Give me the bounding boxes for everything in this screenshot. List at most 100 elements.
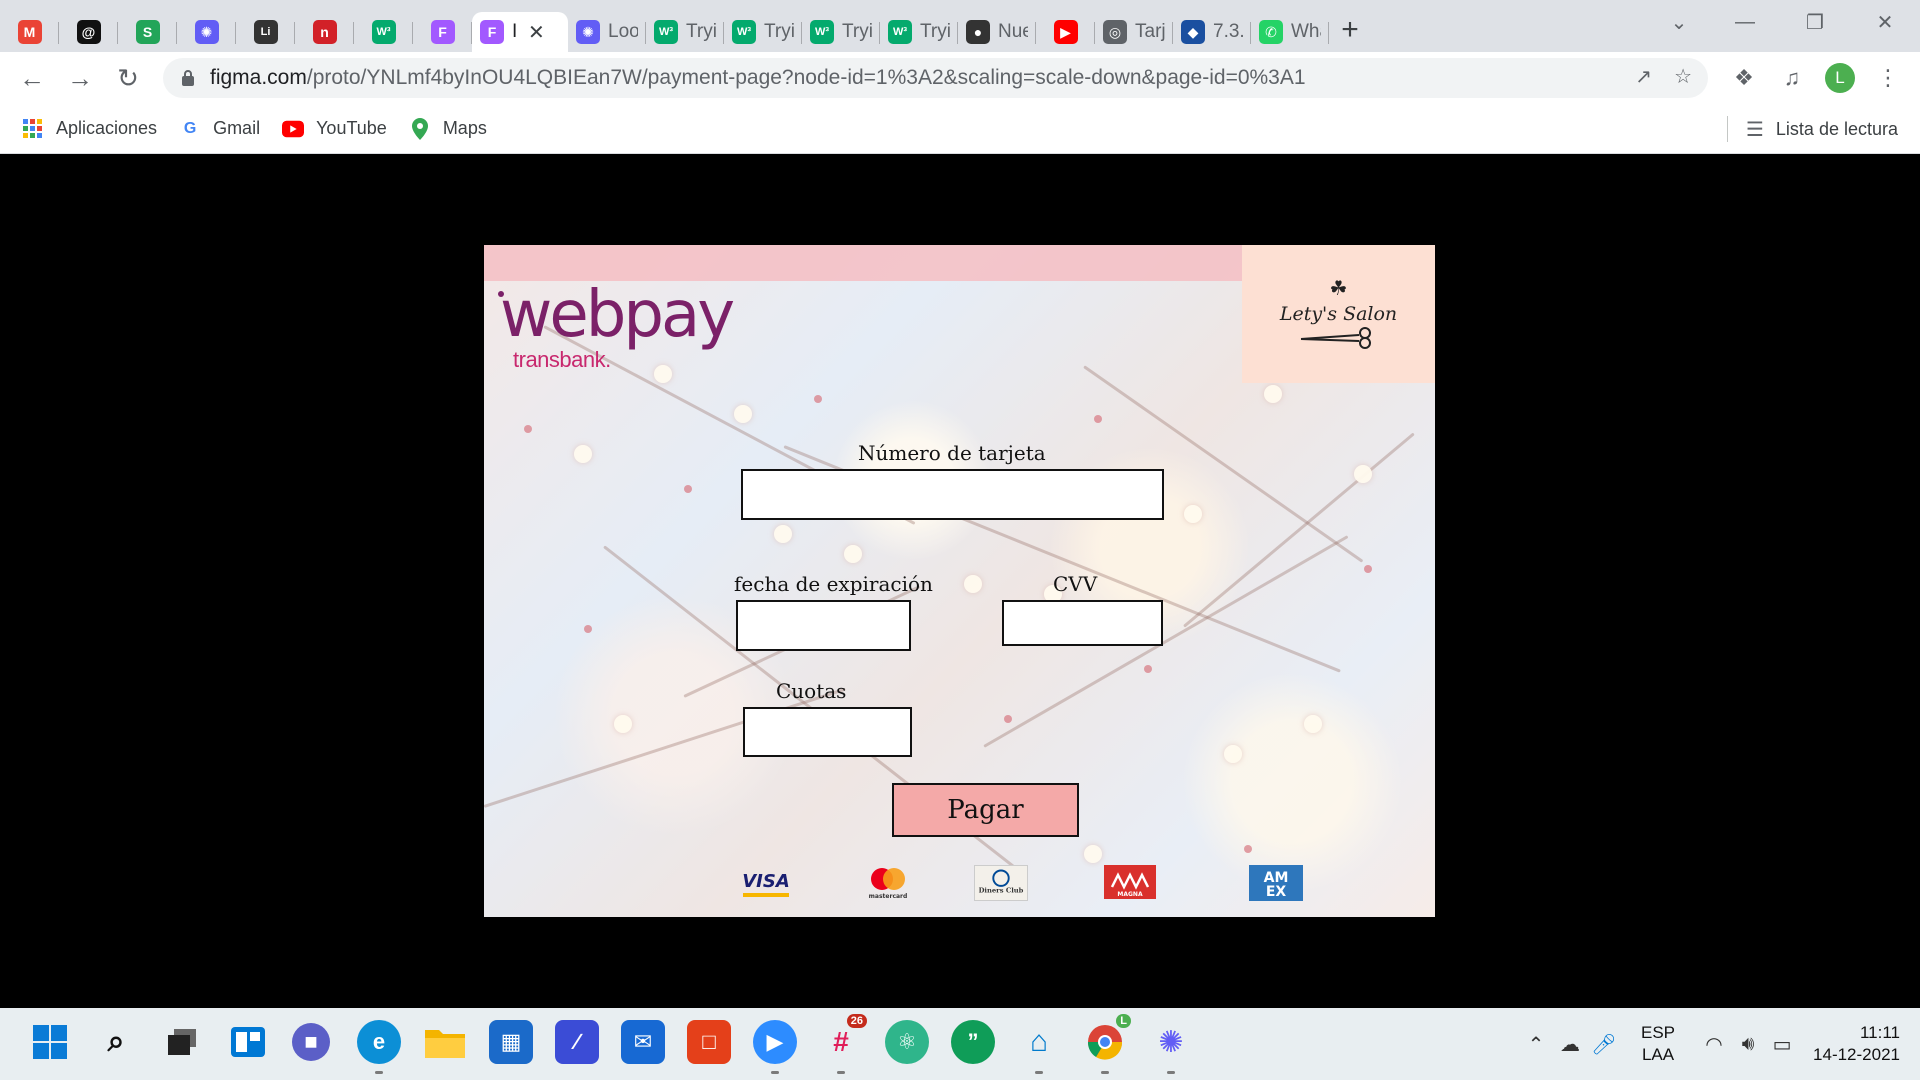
whatsapp-icon: ✆ (1259, 20, 1283, 44)
bookmark-gmail[interactable]: G Gmail (179, 118, 260, 140)
tab-search-icon[interactable]: ⌄ (1644, 0, 1714, 44)
vscode-icon[interactable]: ⌂ (1017, 1020, 1061, 1074)
new-tab-button[interactable]: + (1329, 9, 1371, 51)
tab-w3-4[interactable]: W³ Tryit (802, 12, 880, 52)
salon-logo: ☘ Lety's Salon (1242, 245, 1435, 383)
bookmark-youtube[interactable]: YouTube (282, 118, 387, 140)
close-tab-icon[interactable]: ✕ (528, 20, 545, 45)
webpay-logo: webpay transbank. (498, 283, 735, 372)
running-indicator (771, 1071, 779, 1074)
bookmark-label: Aplicaciones (56, 118, 158, 138)
teams-chat-icon[interactable]: ■ (292, 1023, 330, 1061)
media-control-icon[interactable]: ♫ (1768, 54, 1816, 102)
file-explorer-icon[interactable] (423, 1020, 467, 1064)
reading-list-label: Lista de lectura (1775, 118, 1898, 139)
microsoft-store-icon[interactable]: ▦ (489, 1020, 533, 1064)
cvv-input[interactable] (1002, 600, 1163, 646)
widgets-icon[interactable] (226, 1020, 270, 1064)
bookmark-star-icon[interactable]: ☆ (1674, 64, 1692, 89)
minimize-button[interactable]: — (1710, 0, 1780, 44)
tab-whatsapp[interactable]: ✆ Wha (1251, 12, 1329, 52)
tab-globe[interactable]: ◎ Tarje (1095, 12, 1173, 52)
tab-lit[interactable]: Li (236, 12, 295, 52)
language-indicator[interactable]: ESP LAA (1641, 1022, 1675, 1066)
tab-w3-1[interactable]: W³ (354, 12, 413, 52)
header-band (484, 245, 1244, 281)
azure-data-studio-icon[interactable]: ∕ (555, 1020, 599, 1064)
bud (1144, 665, 1152, 673)
blossom (844, 545, 862, 563)
slack-icon[interactable]: #26 (819, 1014, 867, 1074)
youtube-icon (282, 118, 305, 140)
tab-figma-1[interactable]: F (413, 12, 472, 52)
tab-title: Loo (608, 21, 638, 42)
tab-s-app[interactable]: S (118, 12, 177, 52)
blossom (774, 525, 792, 543)
reading-list-button[interactable]: ☰ Lista de lectura (1726, 104, 1898, 154)
tab-youtube[interactable]: ▶ (1036, 12, 1095, 52)
address-bar[interactable]: figma.com/proto/YNLmf4byInOU4LQBIEan7W/p… (163, 58, 1708, 98)
card-number-input[interactable] (741, 469, 1164, 520)
tab-loom-2[interactable]: ✺ Loo (568, 12, 646, 52)
tab-w3-2[interactable]: W³ Tryit (646, 12, 724, 52)
edge-icon[interactable]: e (357, 1020, 401, 1074)
wifi-icon[interactable]: ◠ (1697, 1032, 1731, 1057)
clock[interactable]: 11:11 14-12-2021 (1813, 1022, 1900, 1066)
extensions-puzzle-icon[interactable]: ❖ (1720, 54, 1768, 102)
blossom (1224, 745, 1242, 763)
atom-icon[interactable]: ⚛ (885, 1020, 929, 1064)
start-windows-icon[interactable] (28, 1020, 72, 1064)
date: 14-12-2021 (1813, 1045, 1900, 1064)
prototype-viewport: webpay transbank. ☘ Lety's Salon Número … (0, 155, 1920, 1008)
restore-button[interactable]: ❐ (1780, 0, 1850, 44)
tab-netlify[interactable]: n (295, 12, 354, 52)
expiry-input[interactable] (736, 600, 911, 651)
battery-icon[interactable]: ▭ (1765, 1032, 1799, 1057)
branch (1083, 365, 1364, 563)
installments-input[interactable] (743, 707, 912, 757)
hangouts-icon[interactable]: ” (951, 1020, 995, 1064)
chevron-up-icon[interactable]: ⌃ (1519, 1032, 1553, 1057)
w3-icon: W³ (654, 20, 678, 44)
w3-icon: W³ (732, 20, 756, 44)
share-icon[interactable]: ↗ (1635, 64, 1652, 89)
pay-button[interactable]: Pagar (892, 783, 1079, 837)
forward-button[interactable]: → (56, 54, 104, 102)
tab-w3-5[interactable]: W³ Tryit (880, 12, 958, 52)
zoom-icon[interactable]: ▶ (753, 1020, 797, 1074)
logo-dot (498, 291, 504, 297)
figma-icon: F (480, 20, 504, 44)
reload-button[interactable]: ↻ (104, 54, 152, 102)
tab-threads[interactable]: @ (59, 12, 118, 52)
figma-icon: F (430, 20, 455, 44)
lang-bottom: LAA (1641, 1045, 1675, 1064)
bookmark-apps[interactable]: Aplicaciones (22, 118, 157, 140)
bookmark-label: Gmail (213, 118, 261, 138)
volume-icon[interactable]: 🔊︎ (1731, 1033, 1765, 1056)
tab-figma-active[interactable]: F I ✕ (472, 12, 568, 52)
search-icon[interactable]: ⌕ (94, 1020, 138, 1064)
chrome-icon[interactable]: L (1083, 1014, 1131, 1074)
mail-icon[interactable]: ✉ (621, 1020, 665, 1064)
bookmark-label: YouTube (316, 118, 387, 138)
loom-app-icon[interactable]: ✺ (1149, 1020, 1193, 1074)
tab-github[interactable]: ● Nue (958, 12, 1036, 52)
close-window-button[interactable]: ✕ (1850, 0, 1920, 44)
bookmark-label: Maps (442, 118, 487, 138)
microphone-icon[interactable]: 🎤︎ (1587, 1032, 1621, 1057)
task-view-icon[interactable] (160, 1020, 204, 1064)
bookmark-maps[interactable]: Maps (409, 117, 487, 140)
tab-w3-3[interactable]: W³ Tryit (724, 12, 802, 52)
tab-loom-1[interactable]: ✺ (177, 12, 236, 52)
profile-button[interactable]: L (1816, 54, 1864, 102)
office-icon[interactable]: □ (687, 1020, 731, 1064)
menu-kebab-icon[interactable]: ⋮ (1864, 54, 1912, 102)
tab-seven[interactable]: ◆ 7.3. (1173, 12, 1251, 52)
onedrive-cloud-icon[interactable]: ☁ (1553, 1032, 1587, 1057)
back-button[interactable]: ← (8, 54, 56, 102)
github-icon: ● (966, 20, 990, 44)
tab-title: Nue (998, 21, 1028, 42)
tab-gmail[interactable]: M (0, 12, 59, 52)
tab-title: Wha (1291, 21, 1321, 42)
windows-taskbar: ⌕ ■ e ▦ ∕ ✉ □ ▶ #26 ⚛ ” ⌂ L ✺ ⌃ ☁ 🎤︎ ESP… (0, 1008, 1920, 1080)
